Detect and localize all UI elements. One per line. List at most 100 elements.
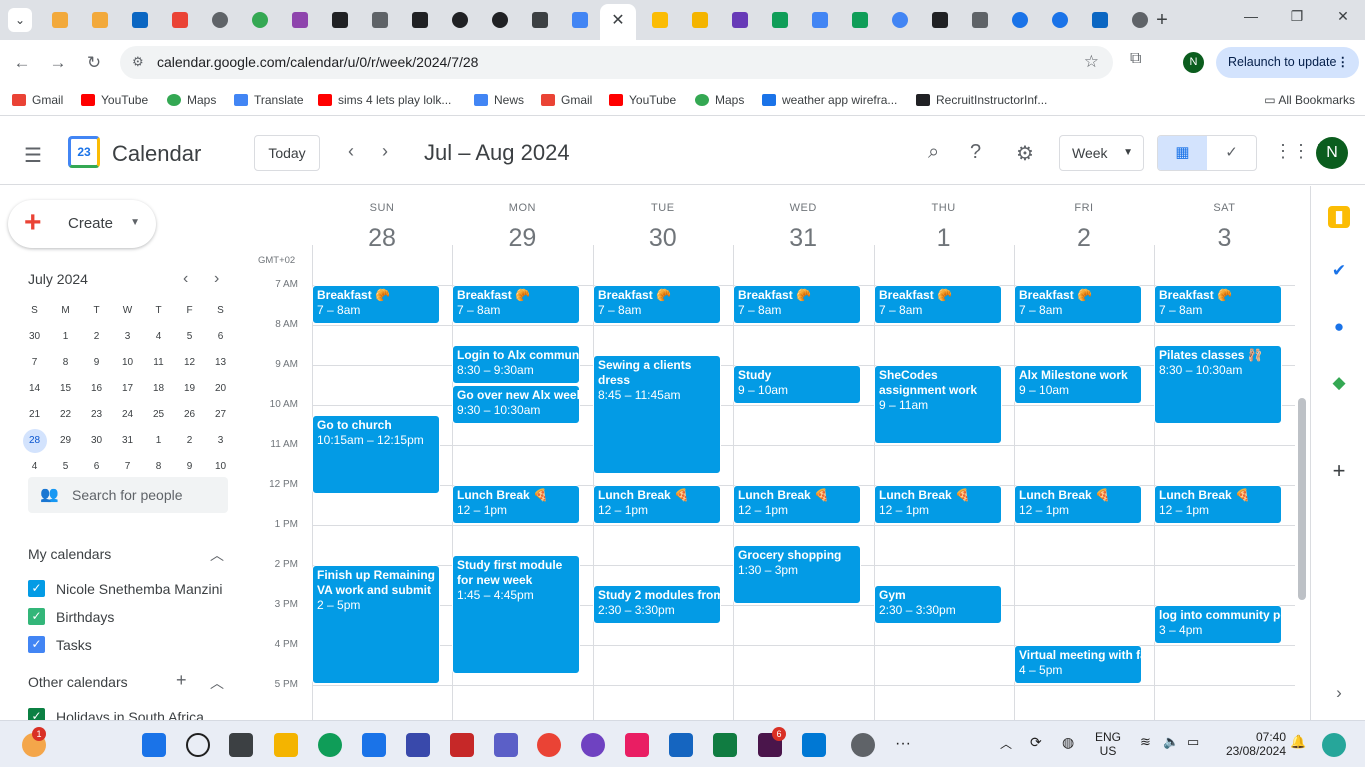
mini-next-month-icon[interactable]: › <box>214 270 219 288</box>
mini-day[interactable]: 2 <box>81 324 112 350</box>
bookmark-news[interactable]: News <box>474 93 524 107</box>
extensions-icon[interactable]: ⧉ <box>1130 50 1141 68</box>
calendar-event[interactable]: Breakfast 🥐 7 – 8am <box>874 285 1002 324</box>
mini-day[interactable]: 21 <box>19 402 50 428</box>
tray-chevron-icon[interactable]: ︿ <box>1000 735 1012 752</box>
windows-start-icon[interactable] <box>142 733 166 757</box>
maps-icon[interactable]: ◆ <box>1328 372 1350 394</box>
calendar-event[interactable]: Lunch Break 🍕 12 – 1pm <box>733 485 861 524</box>
bookmark-youtube[interactable]: YouTube <box>81 93 148 107</box>
tab-docs-icon[interactable] <box>560 8 600 32</box>
tab-favicon-11[interactable] <box>440 8 480 32</box>
relaunch-button[interactable]: Relaunch to update ⋮ <box>1216 47 1359 78</box>
excel-icon[interactable] <box>713 733 737 757</box>
bookmark-maps[interactable]: Maps <box>167 93 216 107</box>
calendar-event[interactable]: Grocery shopping 1:30 – 3pm <box>733 545 861 604</box>
collapse-chevron-icon[interactable]: ︿ <box>210 673 224 693</box>
mini-day[interactable]: 1 <box>143 428 174 454</box>
calendar-event[interactable]: Study first module for new week 1:45 – 4:… <box>452 555 580 674</box>
calendar-event[interactable]: Study 2 modules from 2:30 – 3:30pm <box>593 585 721 624</box>
mini-day[interactable]: 20 <box>205 376 236 402</box>
notifications-bell-icon[interactable]: 🔔 <box>1290 734 1306 750</box>
site-settings-icon[interactable]: ⚙ <box>132 54 144 70</box>
week-grid[interactable]: Breakfast 🥐 7 – 8am Breakfast 🥐 7 – 8am Brea… <box>312 245 1295 720</box>
search-icon[interactable]: ⌕ <box>928 141 939 164</box>
calendar-event[interactable]: Go over new Alx week 9:30 – 10:30am <box>452 385 580 424</box>
clock[interactable]: 07:40 23/08/2024 <box>1218 730 1286 758</box>
tab-search-button[interactable]: ⌄ <box>8 8 32 32</box>
tab-sheets-icon[interactable] <box>760 8 800 32</box>
tab-favicon-6[interactable] <box>240 8 280 32</box>
calendar-event[interactable]: log into community portal3 – 4pm <box>1154 605 1282 644</box>
tab-github-icon[interactable] <box>480 8 520 32</box>
tab-linkedin-icon[interactable] <box>120 8 160 32</box>
mini-prev-month-icon[interactable]: ‹ <box>183 270 188 288</box>
tab-canva-icon-2[interactable] <box>1040 8 1080 32</box>
bookmark-weather-wireframe[interactable]: weather app wirefra... <box>762 93 897 107</box>
calendar-event[interactable]: Pilates classes 🩰 8:30 – 10:30am <box>1154 345 1282 424</box>
calendar-event[interactable]: Lunch Break 🍕 12 – 1pm <box>452 485 580 524</box>
mini-day[interactable]: 23 <box>81 402 112 428</box>
mini-day[interactable]: 30 <box>81 428 112 454</box>
bookmark-gmail[interactable]: Gmail <box>12 93 63 107</box>
store-icon[interactable] <box>362 733 386 757</box>
file-explorer-icon[interactable] <box>274 733 298 757</box>
bookmark-star-icon[interactable]: ☆ <box>1084 52 1099 72</box>
settings-gear-icon[interactable] <box>851 733 875 757</box>
tasks-icon[interactable]: ✔ <box>1328 260 1350 282</box>
mini-day[interactable]: 26 <box>174 402 205 428</box>
calendar-event[interactable]: Lunch Break 🍕 12 – 1pm <box>874 485 1002 524</box>
search-people-input[interactable]: 👥 Search for people <box>28 477 228 513</box>
mcafee-icon[interactable] <box>450 733 474 757</box>
calendar-item-birthdays[interactable]: ✓ Birthdays <box>28 608 114 625</box>
calendar-event[interactable]: Gym 2:30 – 3:30pm <box>874 585 1002 624</box>
checkbox-icon[interactable]: ✓ <box>28 608 45 625</box>
mini-day[interactable]: 3 <box>205 428 236 454</box>
calendar-event[interactable]: Virtual meeting with family4 – 5pm <box>1014 645 1142 684</box>
hide-panel-chevron-icon[interactable]: › <box>1328 682 1350 704</box>
mini-day[interactable]: 10 <box>112 350 143 376</box>
language-indicator[interactable]: ENG US <box>1093 730 1123 758</box>
calendar-event[interactable]: Alx Milestone work 9 – 10am <box>1014 365 1142 404</box>
mini-day[interactable]: 11 <box>143 350 174 376</box>
calendar-event[interactable]: Login to Alx community 8:30 – 9:30am <box>452 345 580 384</box>
calendar-event[interactable]: Breakfast 🥐 7 – 8am <box>452 285 580 324</box>
calendar-event[interactable]: Breakfast 🥐 7 – 8am <box>1154 285 1282 324</box>
bookmark-youtube-2[interactable]: YouTube <box>609 93 676 107</box>
tab-google-icon[interactable] <box>880 8 920 32</box>
mini-day[interactable]: 2 <box>174 428 205 454</box>
tab-globe-icon[interactable] <box>200 8 240 32</box>
my-calendars-heading[interactable]: My calendars <box>28 546 111 562</box>
previous-week-chevron-icon[interactable]: ‹ <box>348 141 354 162</box>
create-button[interactable]: + Create ▼ <box>8 200 156 248</box>
mini-day[interactable]: 7 <box>19 350 50 376</box>
mini-day[interactable]: 12 <box>174 350 205 376</box>
calendar-event[interactable]: Breakfast 🥐 7 – 8am <box>593 285 721 324</box>
mini-day[interactable]: 14 <box>19 376 50 402</box>
mini-day[interactable]: 24 <box>112 402 143 428</box>
calendar-event[interactable]: Lunch Break 🍕 12 – 1pm <box>593 485 721 524</box>
browser-profile-avatar[interactable]: N <box>1183 52 1204 73</box>
checkbox-icon[interactable]: ✓ <box>28 580 45 597</box>
maximize-icon[interactable]: ❐ <box>1274 8 1320 25</box>
mini-day[interactable]: 1 <box>50 324 81 350</box>
vscode-icon[interactable] <box>802 733 826 757</box>
calendar-event[interactable]: Breakfast 🥐 7 – 8am <box>312 285 440 324</box>
mini-day[interactable]: 13 <box>205 350 236 376</box>
mini-day[interactable]: 3 <box>112 324 143 350</box>
bookmark-sims[interactable]: sims 4 lets play lolk... <box>318 93 451 107</box>
checkbox-icon[interactable]: ✓ <box>28 636 45 653</box>
mini-day[interactable]: 9 <box>81 350 112 376</box>
more-menu-icon[interactable]: ⋮ <box>1337 47 1350 78</box>
tab-gmail-icon[interactable] <box>160 8 200 32</box>
mini-day[interactable]: 25 <box>143 402 174 428</box>
settings-gear-icon[interactable]: ⚙ <box>1016 141 1034 166</box>
tab-favicon-7[interactable] <box>280 8 320 32</box>
other-calendars-heading[interactable]: Other calendars <box>28 674 128 690</box>
account-avatar[interactable]: N <box>1316 137 1348 169</box>
calendar-event[interactable]: Breakfast 🥐 7 – 8am <box>1014 285 1142 324</box>
wifi-icon[interactable]: ≋ <box>1140 734 1151 750</box>
tab-amazon-icon[interactable] <box>400 8 440 32</box>
view-selector[interactable]: Week ▼ <box>1059 135 1144 171</box>
tab-alx-icon[interactable] <box>520 8 560 32</box>
